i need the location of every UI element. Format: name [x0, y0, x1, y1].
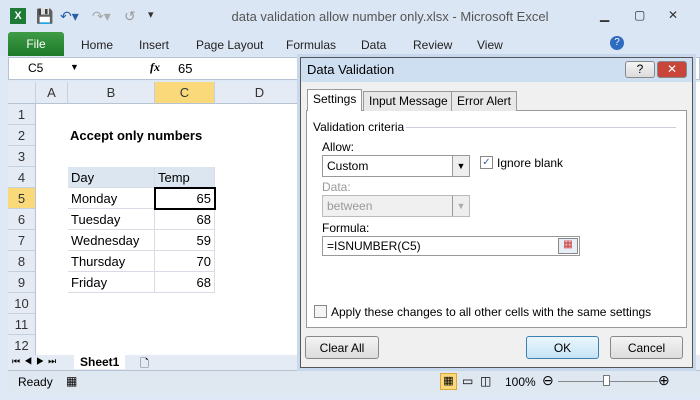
maximize-button[interactable]: ▢ [634, 8, 645, 22]
row-header-12[interactable]: 12 [8, 335, 36, 356]
macro-record-icon[interactable]: ▦ [66, 374, 77, 388]
header-cell-day[interactable]: Day [68, 167, 155, 188]
cell-temp[interactable]: 68 [155, 272, 215, 293]
cell-temp[interactable]: 68 [155, 209, 215, 230]
undo-icon[interactable]: ↶▾ [60, 8, 79, 25]
normal-view-icon[interactable]: ▦ [440, 373, 457, 390]
status-bar [8, 370, 700, 394]
customize-qat-icon[interactable]: ▾ [148, 8, 154, 21]
page-layout-view-icon[interactable]: ▭ [462, 374, 473, 388]
redo-icon[interactable]: ↷▾ [92, 8, 111, 25]
row-header-7[interactable]: 7 [8, 230, 36, 251]
page-break-view-icon[interactable]: ◫ [480, 374, 491, 388]
settings-panel [306, 110, 687, 328]
ok-button[interactable]: OK [526, 336, 599, 359]
zoom-slider-thumb[interactable] [603, 375, 610, 386]
repeat-icon[interactable]: ↺ [124, 8, 136, 25]
formula-input[interactable]: 65 [178, 61, 192, 76]
data-select: between ▼ [322, 195, 470, 217]
chevron-down-icon: ▼ [452, 196, 469, 216]
collapse-dialog-icon[interactable]: ▦ [558, 238, 578, 254]
tab-data[interactable]: Data [361, 38, 386, 52]
allow-value: Custom [327, 159, 369, 173]
allow-select[interactable]: Custom ▼ [322, 155, 470, 177]
cell-day[interactable]: Monday [68, 188, 155, 209]
cell-day[interactable]: Friday [68, 272, 155, 293]
row-header-5[interactable]: 5 [8, 188, 36, 209]
column-header-a[interactable]: A [36, 82, 68, 104]
cell-temp[interactable]: 70 [155, 251, 215, 272]
tab-file[interactable]: File [8, 32, 64, 56]
save-icon[interactable]: 💾 [36, 8, 53, 25]
tab-home[interactable]: Home [81, 38, 113, 52]
zoom-in-icon[interactable]: ⊕ [658, 372, 670, 389]
zoom-out-icon[interactable]: ⊖ [542, 372, 554, 389]
active-cell-c5[interactable] [154, 187, 216, 210]
minimize-button[interactable]: ▁ [600, 8, 609, 22]
row-header-8[interactable]: 8 [8, 251, 36, 272]
ignore-blank-checkbox[interactable]: ✓ [480, 156, 493, 169]
data-label: Data: [322, 180, 351, 194]
cancel-button[interactable]: Cancel [610, 336, 683, 359]
select-all-corner[interactable] [8, 82, 36, 104]
tab-insert[interactable]: Insert [139, 38, 169, 52]
column-header-c[interactable]: C [155, 82, 215, 104]
name-box-dropdown-icon[interactable]: ▼ [70, 62, 79, 72]
sheet-heading: Accept only numbers [70, 128, 203, 143]
excel-logo-icon: X [10, 8, 26, 24]
group-divider [406, 127, 676, 128]
status-ready: Ready [18, 375, 53, 389]
apply-all-label: Apply these changes to all other cells w… [331, 305, 652, 319]
tab-input-message[interactable]: Input Message [363, 91, 454, 111]
row-header-2[interactable]: 2 [8, 125, 36, 146]
allow-label: Allow: [322, 140, 355, 154]
chevron-down-icon[interactable]: ▼ [452, 156, 469, 176]
row-header-9[interactable]: 9 [8, 272, 36, 293]
row-header-4[interactable]: 4 [8, 167, 36, 188]
data-validation-dialog: Data Validation ? ✕ Settings Input Messa… [300, 57, 693, 368]
header-cell-temp[interactable]: Temp [155, 167, 215, 188]
dialog-help-button[interactable]: ? [625, 61, 655, 78]
cell-day[interactable]: Tuesday [68, 209, 155, 230]
tab-page-layout[interactable]: Page Layout [196, 38, 263, 52]
cell-temp[interactable]: 59 [155, 230, 215, 251]
validation-criteria-label: Validation criteria [313, 120, 405, 134]
ignore-blank-label: Ignore blank [497, 156, 564, 170]
tab-settings[interactable]: Settings [307, 89, 363, 111]
close-button[interactable]: ✕ [668, 8, 678, 22]
data-value: between [327, 199, 373, 213]
column-header-d[interactable]: D [215, 82, 305, 104]
formula-label: Formula: [322, 221, 370, 235]
clear-all-button[interactable]: Clear All [305, 336, 379, 359]
tab-review[interactable]: Review [413, 38, 452, 52]
dialog-close-button[interactable]: ✕ [657, 61, 687, 78]
row-header-11[interactable]: 11 [8, 314, 36, 335]
formula-field[interactable]: =ISNUMBER(C5) [322, 236, 580, 256]
insert-function-icon[interactable]: fx [150, 60, 160, 75]
row-header-10[interactable]: 10 [8, 293, 36, 314]
help-icon[interactable]: ? [610, 36, 624, 50]
apply-all-checkbox[interactable] [314, 305, 327, 318]
row-header-6[interactable]: 6 [8, 209, 36, 230]
cell-day[interactable]: Wednesday [68, 230, 155, 251]
sheet-tab-sheet1[interactable]: Sheet1 [74, 355, 126, 369]
tab-view[interactable]: View [477, 38, 503, 52]
cell-day[interactable]: Thursday [68, 251, 155, 272]
sheet-nav-arrows[interactable]: ⏮◀▶⏭ [12, 356, 60, 367]
zoom-level[interactable]: 100% [505, 375, 536, 389]
row-header-3[interactable]: 3 [8, 146, 36, 167]
tab-formulas[interactable]: Formulas [286, 38, 336, 52]
tab-error-alert[interactable]: Error Alert [451, 91, 518, 111]
window-title: data validation allow number only.xlsx -… [231, 9, 549, 24]
column-header-b[interactable]: B [68, 82, 155, 104]
row-header-1[interactable]: 1 [8, 104, 36, 125]
